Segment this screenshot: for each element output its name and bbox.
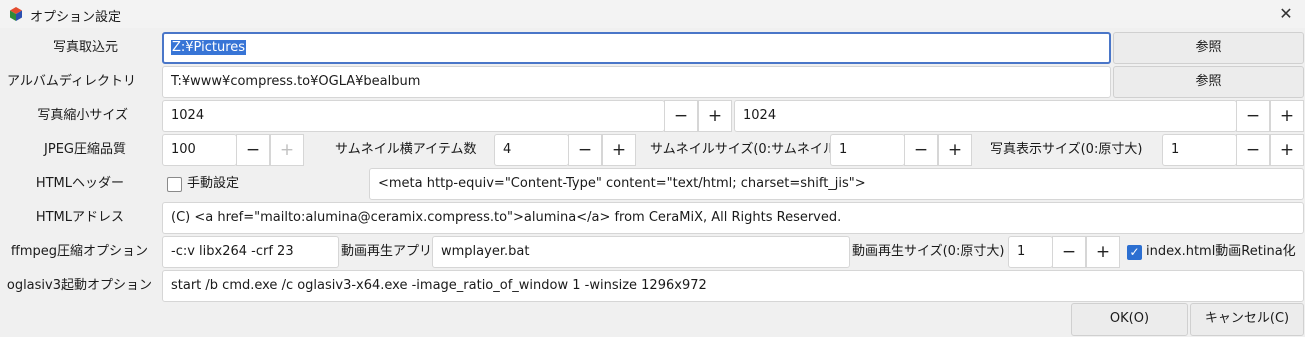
- thumb-columns-input[interactable]: 4: [494, 134, 569, 166]
- retina-checkbox[interactable]: ✓: [1127, 245, 1142, 260]
- photo-display-size-label: 写真表示サイズ(0:原寸大): [990, 142, 1143, 157]
- manual-setting-label: 手動設定: [187, 176, 240, 191]
- html-address-input[interactable]: (C) <a href="mailto:alumina@ceramix.comp…: [162, 202, 1304, 234]
- jpeg-quality-label: JPEG圧縮品質: [44, 142, 126, 157]
- photo-source-value: Z:¥Pictures: [171, 40, 247, 55]
- video-app-input[interactable]: wmplayer.bat: [432, 236, 850, 268]
- photo-source-browse-button[interactable]: 参照: [1113, 32, 1304, 64]
- html-header-label: HTMLヘッダー: [35, 176, 124, 191]
- video-size-input[interactable]: 1: [1008, 236, 1053, 268]
- html-address-label: HTMLアドレス: [35, 210, 124, 225]
- app-cube-icon: [10, 7, 22, 21]
- photo-source-input[interactable]: Z:¥Pictures: [162, 32, 1111, 64]
- video-size-plus-button[interactable]: +: [1086, 236, 1120, 268]
- ok-button[interactable]: OK(O): [1071, 303, 1188, 336]
- oglasiv3-input[interactable]: start /b cmd.exe /c oglasiv3-x64.exe -im…: [162, 270, 1304, 302]
- photo-source-label: 写真取込元: [52, 40, 118, 55]
- photo-display-size-input[interactable]: 1: [1162, 134, 1237, 166]
- retina-label: index.html動画Retina化: [1146, 244, 1296, 259]
- photo-resize-width-input[interactable]: 1024: [162, 100, 665, 132]
- photo-resize-width-plus-button[interactable]: +: [698, 100, 732, 132]
- thumb-size-label: サムネイルサイズ(0:サムネイル): [650, 142, 841, 157]
- checkmark-icon: ✓: [1129, 245, 1140, 259]
- html-header-input[interactable]: <meta http-equiv="Content-Type" content=…: [369, 168, 1304, 200]
- window-title: オプション設定: [30, 10, 122, 25]
- album-dir-label: アルバムディレクトリ: [7, 74, 136, 89]
- album-dir-browse-button[interactable]: 参照: [1113, 66, 1304, 98]
- manual-setting-checkbox[interactable]: [167, 177, 182, 192]
- album-dir-input[interactable]: T:¥www¥compress.to¥OGLA¥bealbum: [162, 66, 1111, 98]
- photo-resize-height-plus-button[interactable]: +: [1270, 100, 1304, 132]
- photo-display-size-minus-button[interactable]: −: [1236, 134, 1270, 166]
- thumb-columns-label: サムネイル横アイテム数: [335, 142, 477, 157]
- thumb-size-plus-button[interactable]: +: [938, 134, 972, 166]
- video-size-label: 動画再生サイズ(0:原寸大): [852, 244, 1005, 259]
- thumb-columns-minus-button[interactable]: −: [568, 134, 602, 166]
- thumb-size-input[interactable]: 1: [830, 134, 905, 166]
- photo-display-size-plus-button[interactable]: +: [1270, 134, 1304, 166]
- title-bar: オプション設定 ✕: [0, 0, 1305, 28]
- ffmpeg-input[interactable]: -c:v libx264 -crf 23: [162, 236, 339, 268]
- oglasiv3-label: oglasiv3起動オプション: [6, 278, 152, 293]
- thumb-columns-plus-button[interactable]: +: [602, 134, 636, 166]
- photo-resize-height-input[interactable]: 1024: [734, 100, 1237, 132]
- video-app-label: 動画再生アプリ: [341, 244, 433, 259]
- jpeg-quality-minus-button[interactable]: −: [236, 134, 270, 166]
- jpeg-quality-plus-button[interactable]: +: [270, 134, 304, 166]
- photo-resize-label: 写真縮小サイズ: [37, 108, 128, 123]
- cancel-button[interactable]: キャンセル(C): [1190, 303, 1304, 336]
- photo-resize-width-minus-button[interactable]: −: [664, 100, 698, 132]
- photo-resize-height-minus-button[interactable]: −: [1236, 100, 1270, 132]
- jpeg-quality-input[interactable]: 100: [162, 134, 237, 166]
- close-icon: ✕: [1279, 4, 1293, 23]
- thumb-size-minus-button[interactable]: −: [904, 134, 938, 166]
- video-size-minus-button[interactable]: −: [1052, 236, 1086, 268]
- ffmpeg-label: ffmpeg圧縮オプション: [10, 244, 148, 259]
- close-button[interactable]: ✕: [1275, 3, 1297, 25]
